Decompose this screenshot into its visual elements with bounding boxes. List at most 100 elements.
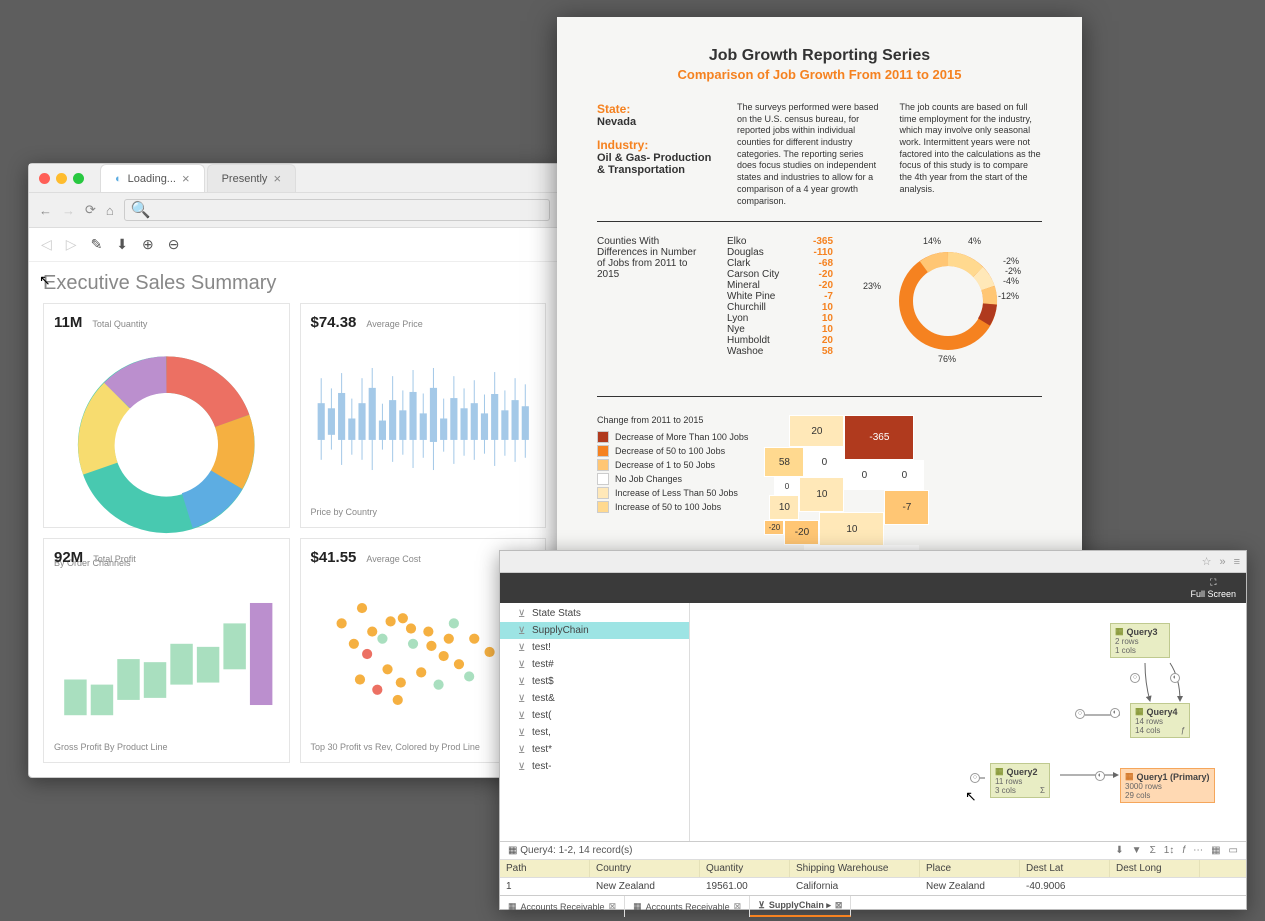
connector-icon[interactable]: ◐ bbox=[1095, 771, 1105, 781]
query-canvas[interactable]: ↖ ▦Query3 2 rows 1 cols ▦Query4 14 rows … bbox=[690, 603, 1246, 841]
close-tab-icon[interactable]: × bbox=[182, 171, 190, 186]
download-icon[interactable]: ⬇ bbox=[1115, 845, 1123, 856]
map-cell: 58 bbox=[764, 447, 804, 477]
collapse-icon[interactable]: ▭ bbox=[1229, 845, 1238, 856]
tree-item[interactable]: ⊻State Stats bbox=[500, 605, 689, 622]
metric-label: Average Cost bbox=[366, 554, 420, 564]
column-header[interactable]: Quantity bbox=[700, 860, 790, 877]
report-paragraph-1: The surveys performed were based on the … bbox=[737, 102, 880, 207]
cell[interactable]: -40.9006 bbox=[1020, 878, 1110, 895]
connector-icon[interactable]: ○ bbox=[970, 773, 980, 783]
close-tab-icon[interactable]: × bbox=[273, 171, 281, 186]
donut-label-23: 23% bbox=[863, 281, 881, 291]
worksheet-tab[interactable]: ▦Accounts Receivable⊠ bbox=[625, 896, 750, 917]
spinner-icon: ◐ bbox=[115, 173, 122, 185]
data-app-body: ⊻State Stats⊻SupplyChain⊻test!⊻test#⊻tes… bbox=[500, 603, 1246, 841]
tree-item[interactable]: ⊻test- bbox=[500, 758, 689, 775]
map-cell: 0 bbox=[774, 477, 799, 495]
menu-icon[interactable]: ≡ bbox=[1234, 556, 1240, 568]
report-paragraph-2: The job counts are based on full time em… bbox=[900, 102, 1043, 207]
tree-item[interactable]: ⊻test, bbox=[500, 724, 689, 741]
county-name: Carson City bbox=[727, 269, 797, 280]
sort-icon[interactable]: 1↕ bbox=[1164, 845, 1175, 856]
home-icon[interactable]: ⌂ bbox=[106, 203, 114, 218]
sigma-icon[interactable]: Σ bbox=[1150, 845, 1156, 856]
column-header[interactable]: Place bbox=[920, 860, 1020, 877]
tree-item[interactable]: ⊻test$ bbox=[500, 673, 689, 690]
column-header[interactable]: Dest Lat bbox=[1020, 860, 1110, 877]
close-tab-icon[interactable]: ⊠ bbox=[734, 901, 742, 912]
browser-tab-presently[interactable]: Presently × bbox=[207, 164, 296, 192]
ellipsis-icon[interactable]: ⋯ bbox=[1193, 845, 1203, 856]
cell[interactable] bbox=[1110, 878, 1200, 895]
grid-row[interactable]: 1New Zealand19561.00CaliforniaNew Zealan… bbox=[500, 878, 1246, 895]
cell[interactable]: New Zealand bbox=[590, 878, 700, 895]
industry-value: Oil & Gas- Production & Transportation bbox=[597, 152, 717, 176]
column-header[interactable]: Dest Long bbox=[1110, 860, 1200, 877]
tree-item[interactable]: ⊻test! bbox=[500, 639, 689, 656]
cell[interactable]: 1 bbox=[500, 878, 590, 895]
chevron-right-icon[interactable]: » bbox=[1219, 556, 1225, 568]
county-name: Lyon bbox=[727, 313, 797, 324]
node-query3[interactable]: ▦Query3 2 rows 1 cols bbox=[1110, 623, 1170, 658]
search-icon: 🔍 bbox=[131, 200, 151, 220]
filter-icon[interactable]: ▼ bbox=[1132, 845, 1142, 856]
fx-icon[interactable]: f bbox=[1182, 845, 1185, 856]
fullscreen-icon: ⛶ bbox=[1210, 577, 1216, 588]
grid-icon[interactable]: ▦ bbox=[1211, 845, 1220, 856]
cell[interactable]: California bbox=[790, 878, 920, 895]
connector-icon[interactable]: ○ bbox=[1130, 673, 1140, 683]
tree-label: test- bbox=[532, 761, 551, 772]
fullscreen-button[interactable]: ⛶ Full Screen bbox=[1190, 577, 1236, 599]
zoom-out-icon[interactable]: ⊖ bbox=[168, 236, 180, 253]
sigma-icon: Σ bbox=[1040, 786, 1045, 795]
node-query2[interactable]: ▦Query2 11 rows 3 colsΣ bbox=[990, 763, 1050, 798]
tree-item[interactable]: ⊻SupplyChain bbox=[500, 622, 689, 639]
reload-icon[interactable]: ⟳ bbox=[85, 202, 96, 218]
zoom-in-icon[interactable]: ⊕ bbox=[142, 236, 154, 253]
connector-icon[interactable]: ◐ bbox=[1110, 708, 1120, 718]
tree-item[interactable]: ⊻test* bbox=[500, 741, 689, 758]
minimize-window-icon[interactable] bbox=[56, 173, 67, 184]
cell[interactable]: New Zealand bbox=[920, 878, 1020, 895]
county-value: -7 bbox=[805, 291, 833, 302]
column-header[interactable]: Path bbox=[500, 860, 590, 877]
back-icon[interactable]: ← bbox=[39, 203, 52, 218]
edit-icon[interactable]: ✎ bbox=[91, 236, 103, 253]
star-icon[interactable]: ☆ bbox=[1202, 555, 1212, 568]
next-icon[interactable]: ▷ bbox=[66, 236, 77, 253]
close-window-icon[interactable] bbox=[39, 173, 50, 184]
worksheet-tab[interactable]: ⊻SupplyChain ▸⊠ bbox=[750, 896, 851, 917]
connector-icon[interactable]: ◐ bbox=[1170, 673, 1180, 683]
maximize-window-icon[interactable] bbox=[73, 173, 84, 184]
tree-item[interactable]: ⊻test& bbox=[500, 690, 689, 707]
card-average-price: $74.38Average Price bbox=[300, 303, 547, 528]
worksheet-icon: ⊻ bbox=[518, 745, 528, 755]
forward-icon[interactable]: → bbox=[62, 203, 75, 218]
county-value: 10 bbox=[805, 302, 833, 313]
connector-icon[interactable]: ○ bbox=[1075, 709, 1085, 719]
node-query4[interactable]: ▦Query4 14 rows 14 cols ƒ bbox=[1130, 703, 1190, 738]
card-total-quantity: 11MTotal Quantity By Order Channels bbox=[43, 303, 290, 528]
browser-tab-loading[interactable]: ◐ Loading... × bbox=[100, 164, 205, 192]
column-header[interactable]: Country bbox=[590, 860, 700, 877]
cell[interactable]: 19561.00 bbox=[700, 878, 790, 895]
metric-label: Total Profit bbox=[93, 554, 136, 564]
metric-value: $74.38 bbox=[311, 314, 357, 331]
worksheet-tab[interactable]: ▦Accounts Receivable⊠ bbox=[500, 896, 625, 917]
tree-item[interactable]: ⊻test( bbox=[500, 707, 689, 724]
close-tab-icon[interactable]: ⊠ bbox=[835, 900, 843, 911]
legend-title: Change from 2011 to 2015 bbox=[597, 415, 748, 425]
county-name: Churchill bbox=[727, 302, 797, 313]
prev-icon[interactable]: ◁ bbox=[41, 236, 52, 253]
tree-label: State Stats bbox=[532, 608, 581, 619]
tree-item[interactable]: ⊻test# bbox=[500, 656, 689, 673]
download-icon[interactable]: ⬇ bbox=[116, 236, 128, 253]
swatch-icon bbox=[597, 501, 609, 513]
column-header[interactable]: Shipping Warehouse bbox=[790, 860, 920, 877]
node-query1-primary[interactable]: ▦Query1 (Primary) 3000 rows 29 cols bbox=[1120, 768, 1215, 803]
address-bar[interactable]: 🔍 bbox=[124, 199, 550, 221]
close-tab-icon[interactable]: ⊠ bbox=[609, 901, 617, 912]
fullscreen-label: Full Screen bbox=[1190, 589, 1236, 599]
metric-value: $41.55 bbox=[311, 549, 357, 566]
